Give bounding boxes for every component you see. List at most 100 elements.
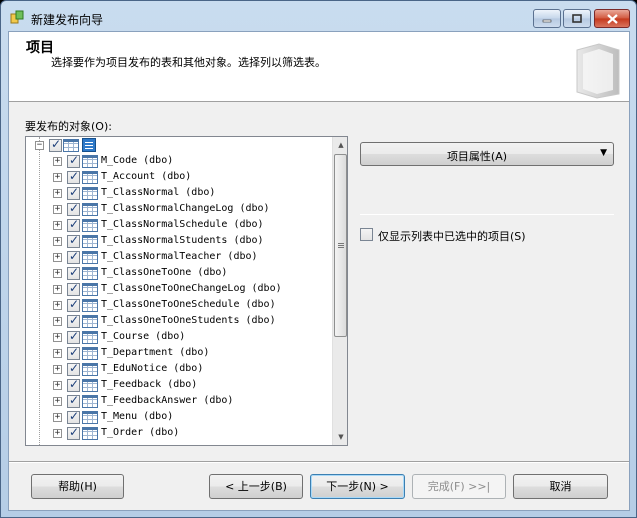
tree-item-checkbox[interactable]: ✓ (67, 329, 80, 344)
tree-item-checkbox[interactable]: ✓ (67, 185, 80, 200)
scroll-thumb[interactable] (334, 154, 347, 337)
expand-icon[interactable]: + (53, 173, 62, 182)
check-icon: ✓ (69, 313, 80, 327)
check-icon: ✓ (69, 249, 80, 263)
expand-icon[interactable]: + (53, 301, 62, 310)
tree-item-checkbox[interactable]: ✓ (67, 169, 80, 184)
table-icon (82, 283, 98, 296)
tree-item-checkbox[interactable]: ✓ (67, 281, 80, 296)
table-icon (82, 363, 98, 376)
tree-item-checkbox[interactable]: ✓ (67, 233, 80, 248)
tree-item[interactable]: + ✓ T_Menu (dbo) (26, 409, 332, 425)
tree-item-checkbox[interactable]: ✓ (67, 377, 80, 392)
tree-item-checkbox[interactable]: ✓ (67, 409, 80, 424)
table-icon (82, 411, 98, 424)
table-icon (82, 171, 98, 184)
tree-item-checkbox[interactable]: ✓ (67, 425, 80, 440)
tree-item[interactable]: + ✓ T_ClassNormalChangeLog (dbo) (26, 201, 332, 217)
tree-item[interactable]: + ✓ T_ClassNormal (dbo) (26, 185, 332, 201)
tree-item-checkbox[interactable]: ✓ (67, 153, 80, 168)
help-button[interactable]: 帮助(H) (31, 474, 124, 499)
tree-item-checkbox[interactable]: ✓ (67, 217, 80, 232)
tree-item[interactable]: + ✓ T_FeedbackAnswer (dbo) (26, 393, 332, 409)
tree-item[interactable]: + ✓ T_Course (dbo) (26, 329, 332, 345)
tree-item[interactable]: + ✓ T_ClassNormalStudents (dbo) (26, 233, 332, 249)
tree-item-checkbox[interactable]: ✓ (67, 393, 80, 408)
tables-icon (63, 139, 79, 152)
tree-item[interactable]: + ✓ T_Feedback (dbo) (26, 377, 332, 393)
close-button[interactable] (594, 9, 630, 28)
expand-icon[interactable]: + (53, 349, 62, 358)
scroll-down-arrow-icon[interactable]: ▼ (333, 429, 347, 445)
article-properties-button[interactable]: 项目属性(A) ▼ (360, 142, 614, 166)
check-icon: ✓ (69, 153, 80, 167)
back-button[interactable]: < 上一步(B) (209, 474, 303, 499)
cancel-button[interactable]: 取消 (513, 474, 608, 499)
tree-vertical-scrollbar[interactable]: ▲ ▼ (332, 137, 347, 445)
expand-icon[interactable]: + (53, 205, 62, 214)
tree-item-checkbox[interactable]: ✓ (67, 249, 80, 264)
check-icon: ✓ (69, 169, 80, 183)
minimize-button[interactable] (533, 9, 561, 28)
wizard-client-area: 项目 选择要作为项目发布的表和其他对象。选择列以筛选表。 要发布的对象(O): … (8, 31, 630, 511)
show-checked-only-label[interactable]: 仅显示列表中已选中的项目(S) (378, 228, 526, 244)
table-icon (82, 235, 98, 248)
expand-icon[interactable]: + (53, 429, 62, 438)
expand-icon[interactable]: + (53, 237, 62, 246)
expand-icon[interactable]: + (53, 397, 62, 406)
check-icon: ✓ (69, 329, 80, 343)
tree-item[interactable]: + ✓ T_ClassNormalTeacher (dbo) (26, 249, 332, 265)
tree-item-checkbox[interactable]: ✓ (67, 297, 80, 312)
tree-item[interactable]: + ✓ T_Department (dbo) (26, 345, 332, 361)
publish-objects-tree[interactable]: − ✓ + ✓ M_Code (dbo) + ✓ T_Account (dbo) + ✓ T_C… (25, 136, 348, 446)
expand-icon[interactable]: + (53, 381, 62, 390)
tree-item[interactable]: + ✓ M_Code (dbo) (26, 153, 332, 169)
collapse-icon[interactable]: − (35, 141, 44, 150)
tree-item[interactable]: + ✓ T_ClassOneToOneStudents (dbo) (26, 313, 332, 329)
table-icon (82, 395, 98, 408)
tree-item-checkbox[interactable]: ✓ (67, 265, 80, 280)
tree-item-checkbox[interactable]: ✓ (67, 201, 80, 216)
check-icon: ✓ (69, 377, 80, 391)
tree-item-checkbox[interactable]: ✓ (67, 361, 80, 376)
table-icon (82, 267, 98, 280)
show-checked-only-checkbox[interactable] (360, 228, 373, 241)
tree-item[interactable]: + ✓ T_ClassOneToOneSchedule (dbo) (26, 297, 332, 313)
expand-icon[interactable]: + (53, 317, 62, 326)
expand-icon[interactable]: + (53, 189, 62, 198)
footer-divider (9, 461, 629, 463)
expand-icon[interactable]: + (53, 333, 62, 342)
expand-icon[interactable]: + (53, 253, 62, 262)
tree-item[interactable]: + ✓ T_Account (dbo) (26, 169, 332, 185)
tree-item-checkbox[interactable]: ✓ (67, 345, 80, 360)
tree-item-label: T_ClassNormalSchedule (dbo) (101, 219, 264, 230)
expand-icon[interactable]: + (53, 221, 62, 230)
objects-group-icon (82, 138, 96, 152)
tree-item[interactable]: + ✓ T_ClassOneToOne (dbo) (26, 265, 332, 281)
page-description: 选择要作为项目发布的表和其他对象。选择列以筛选表。 (51, 56, 326, 69)
tree-item[interactable]: + ✓ T_ClassNormalSchedule (dbo) (26, 217, 332, 233)
tree-root-row[interactable]: − ✓ (26, 137, 332, 153)
objects-to-publish-label: 要发布的对象(O): (25, 120, 112, 133)
table-icon (82, 203, 98, 216)
finish-button[interactable]: 完成(F) >>| (412, 474, 506, 499)
tree-item-checkbox[interactable]: ✓ (67, 313, 80, 328)
expand-icon[interactable]: + (53, 365, 62, 374)
tree-item[interactable]: + ✓ T_EduNotice (dbo) (26, 361, 332, 377)
expand-icon[interactable]: + (53, 157, 62, 166)
next-button[interactable]: 下一步(N) > (310, 474, 405, 499)
expand-icon[interactable]: + (53, 413, 62, 422)
title-bar[interactable]: 新建发布向导 (1, 1, 636, 31)
tree-item[interactable]: + ✓ T_ClassOneToOneChangeLog (dbo) (26, 281, 332, 297)
scroll-up-arrow-icon[interactable]: ▲ (333, 137, 347, 153)
table-icon (82, 379, 98, 392)
expand-icon[interactable]: + (53, 269, 62, 278)
tree-root-checkbox[interactable]: ✓ (49, 137, 62, 152)
expand-icon[interactable]: + (53, 285, 62, 294)
tree-item-label: M_Code (dbo) (101, 155, 174, 166)
tree-item-label: T_Feedback (dbo) (101, 379, 198, 390)
tree-item-label: T_ClassOneToOneChangeLog (dbo) (101, 283, 282, 294)
tree-item[interactable]: + ✓ T_Order (dbo) (26, 425, 332, 441)
wizard-banner-icon (576, 43, 620, 99)
maximize-button[interactable] (563, 9, 591, 28)
